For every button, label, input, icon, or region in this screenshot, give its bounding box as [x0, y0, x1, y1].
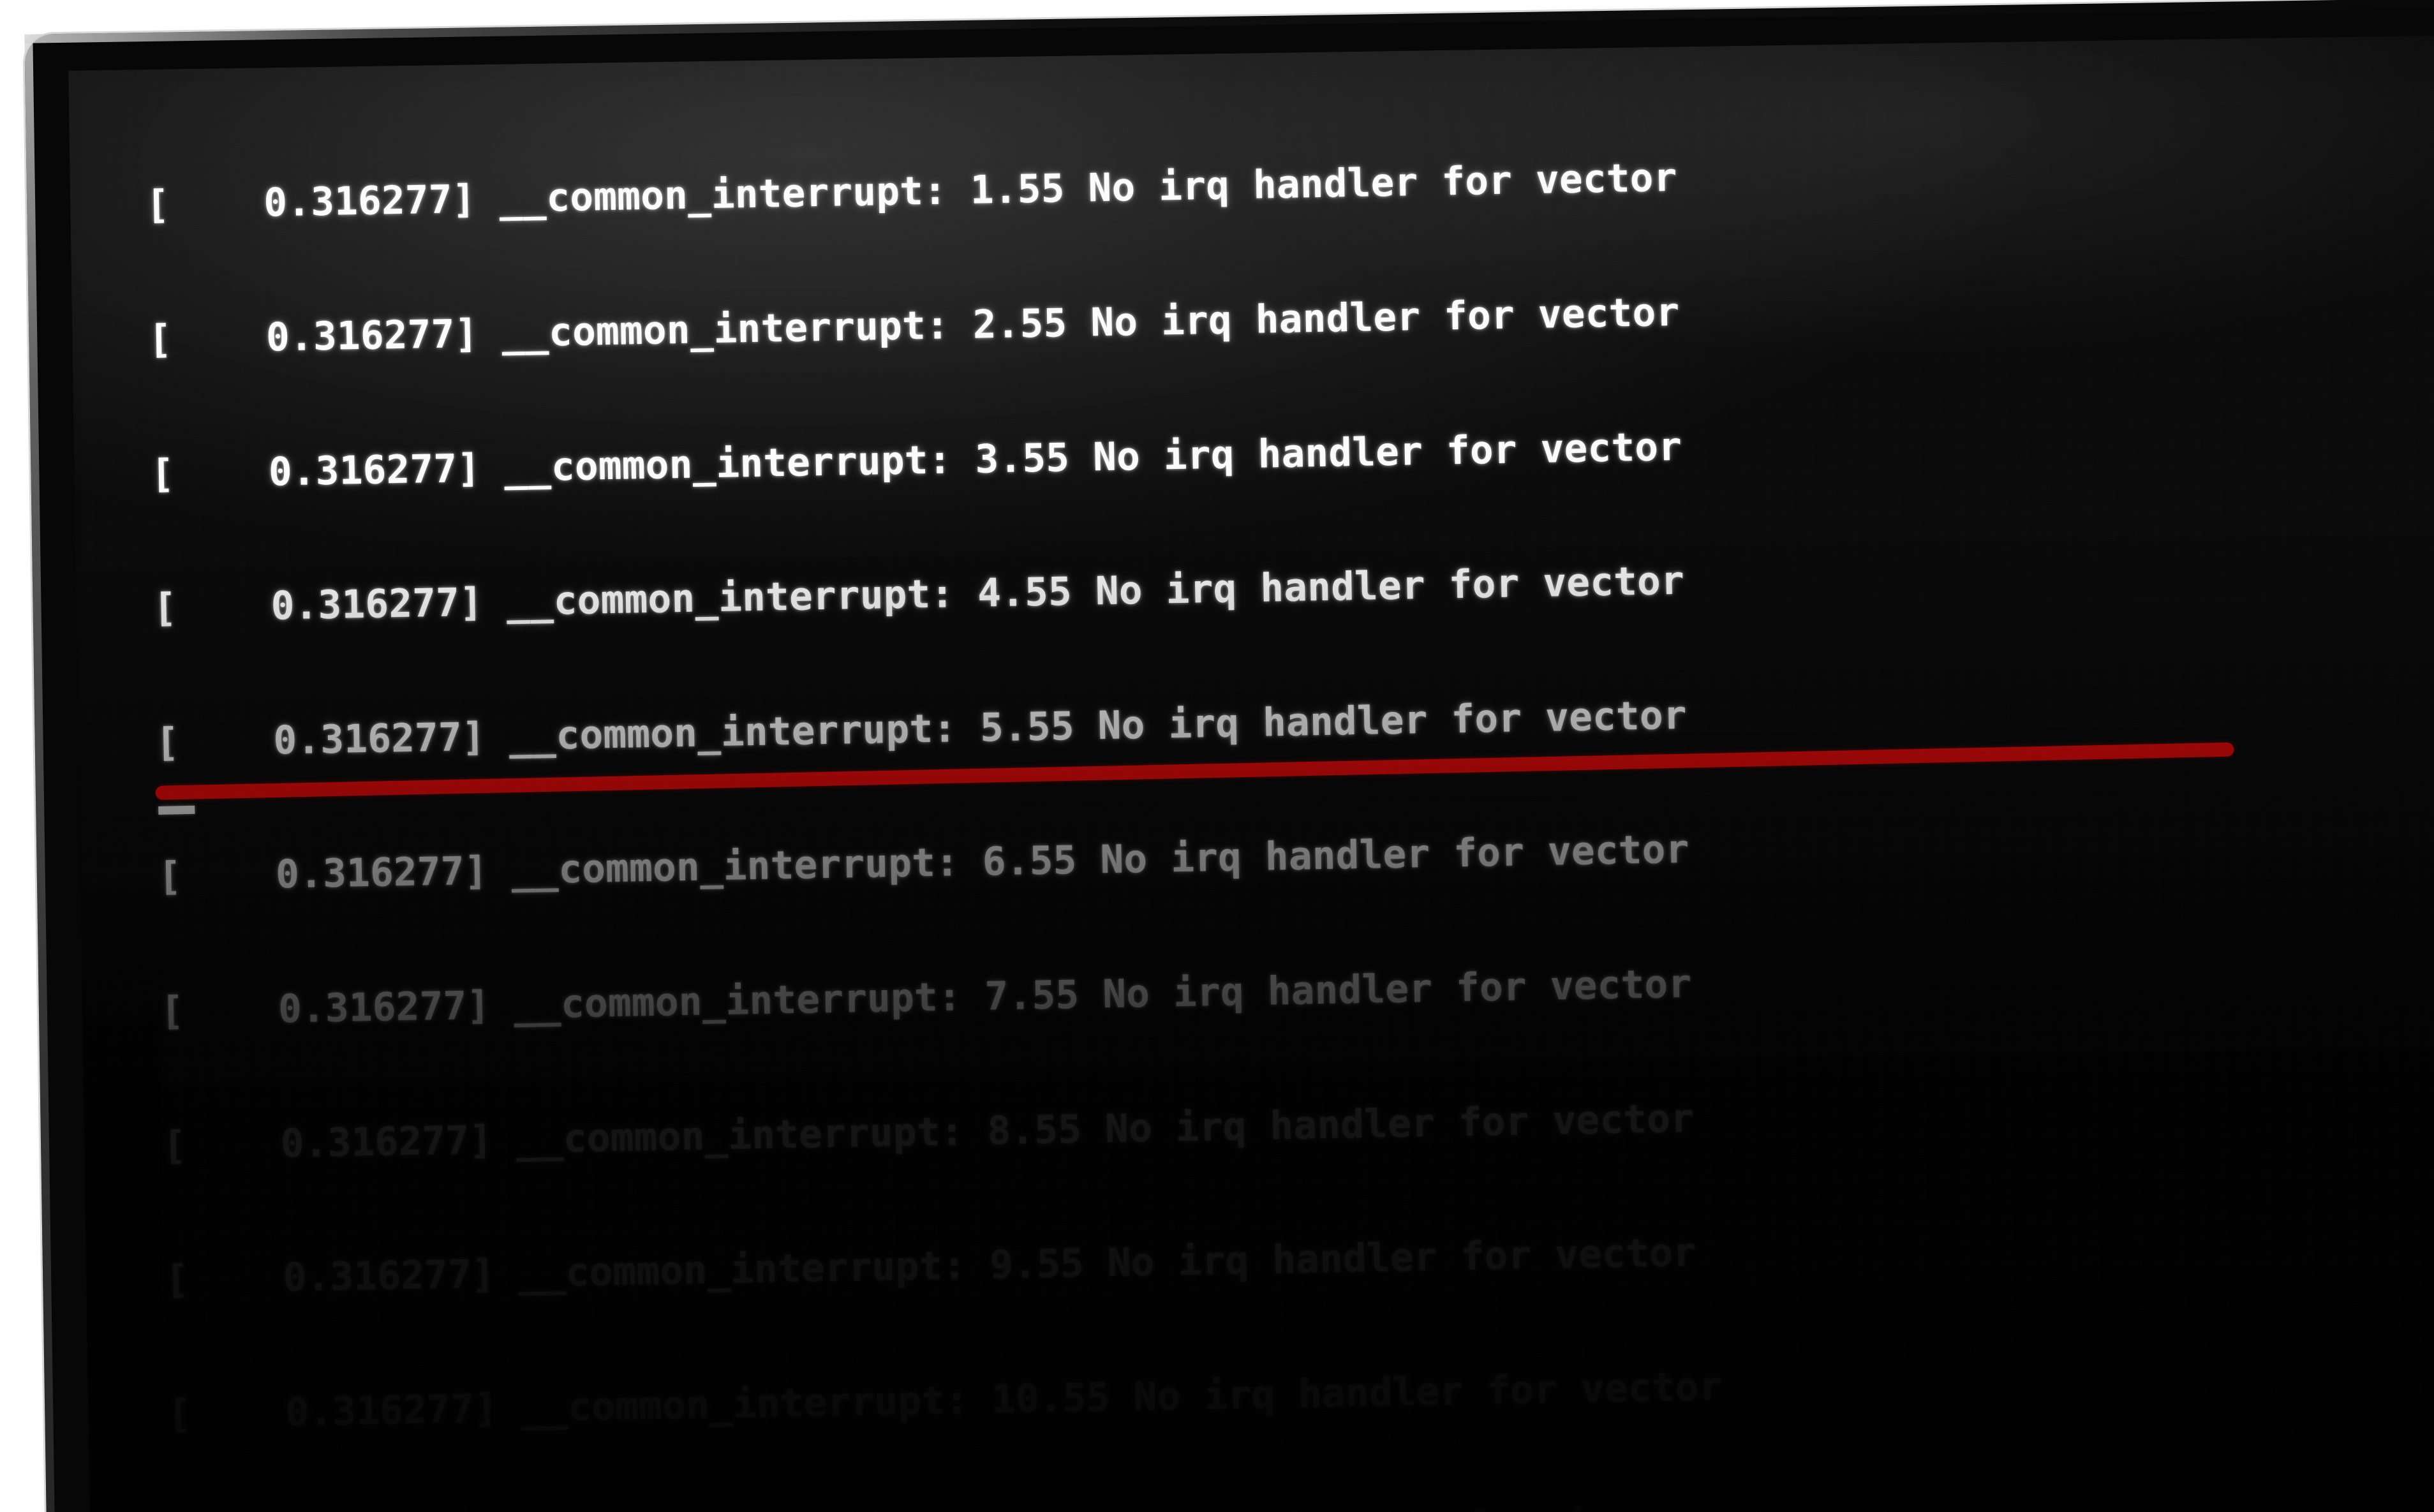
log-line: [ 0.316277] __common_interrupt: 8.55 No … [162, 1095, 1695, 1169]
lcd-panel: [ 0.316277] __common_interrupt: 1.55 No … [68, 34, 2434, 1512]
log-line: [ 0.316277] __common_interrupt: 10.55 No… [167, 1363, 1723, 1437]
log-line: [ 0.316277] __common_interrupt: 4.55 No … [152, 558, 1685, 632]
log-line: [ 0.316277] __common_interrupt: 6.55 No … [158, 827, 1690, 900]
log-line: [ 0.316277] __common_interrupt: 1.55 No … [145, 155, 1678, 228]
bezel-top-highlight [24, 0, 2434, 43]
log-line: [ 0.316277] __common_interrupt: 5.55 No … [155, 692, 1688, 766]
log-line: [ 0.316277] __common_interrupt: 7.55 No … [160, 961, 1692, 1034]
console-cursor [158, 805, 195, 815]
monitor-bezel: [ 0.316277] __common_interrupt: 1.55 No … [24, 0, 2434, 1512]
log-line: [ 0.316277] __common_interrupt: 2.55 No … [147, 289, 1680, 362]
log-line: [ 2.876198] sd 16:0:0:0: [sdb] No Cachin… [170, 1497, 1796, 1512]
log-line: [ 0.316277] __common_interrupt: 9.55 No … [165, 1229, 1697, 1303]
log-line: [ 0.316277] __common_interrupt: 3.55 No … [150, 424, 1682, 497]
bezel-left-highlight [24, 34, 57, 1512]
photo-canvas: [ 0.316277] __common_interrupt: 1.55 No … [0, 0, 2434, 1512]
